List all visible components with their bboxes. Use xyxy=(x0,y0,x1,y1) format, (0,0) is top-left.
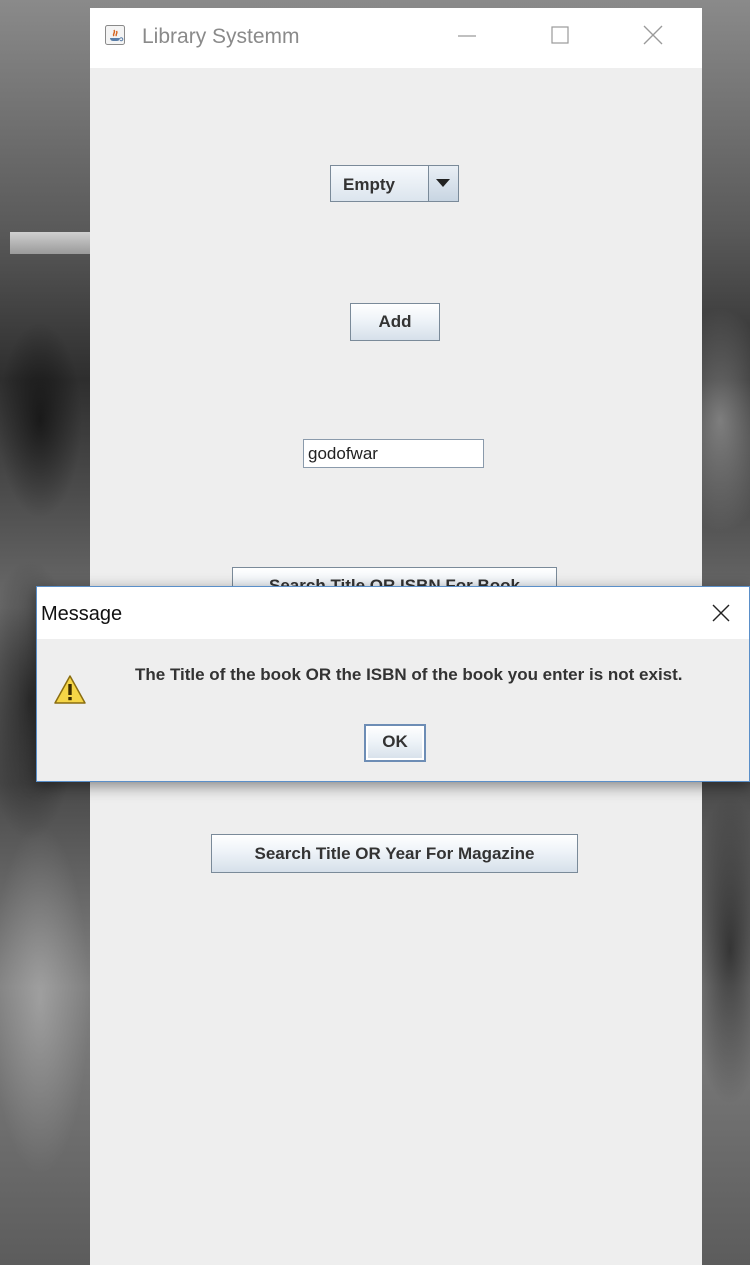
warning-icon xyxy=(54,675,86,704)
type-combo-box[interactable]: Empty xyxy=(330,165,459,202)
dialog-titlebar[interactable]: Message xyxy=(37,587,749,639)
window-title: Library Systemm xyxy=(142,25,300,48)
minimize-icon[interactable] xyxy=(452,22,482,50)
maximize-icon[interactable] xyxy=(545,22,575,50)
dialog-title: Message xyxy=(41,603,123,625)
search-input[interactable]: godofwar xyxy=(303,439,484,468)
java-icon xyxy=(105,25,125,45)
ok-button[interactable]: OK xyxy=(364,724,426,762)
close-icon[interactable] xyxy=(638,22,668,50)
add-button[interactable]: Add xyxy=(350,303,440,341)
message-dialog: Message The Title of the book OR the ISB… xyxy=(36,586,750,782)
combo-selected-value: Empty xyxy=(343,175,395,194)
dialog-message: The Title of the book OR the ISBN of the… xyxy=(135,665,683,684)
dialog-body: The Title of the book OR the ISBN of the… xyxy=(37,639,749,781)
window-titlebar[interactable]: Library Systemm xyxy=(90,8,702,68)
background-photo-detail xyxy=(10,232,90,254)
search-magazine-button[interactable]: Search Title OR Year For Magazine xyxy=(211,834,578,873)
close-icon[interactable] xyxy=(709,601,733,625)
chevron-down-icon xyxy=(436,179,450,187)
combo-dropdown-button[interactable] xyxy=(428,166,458,201)
